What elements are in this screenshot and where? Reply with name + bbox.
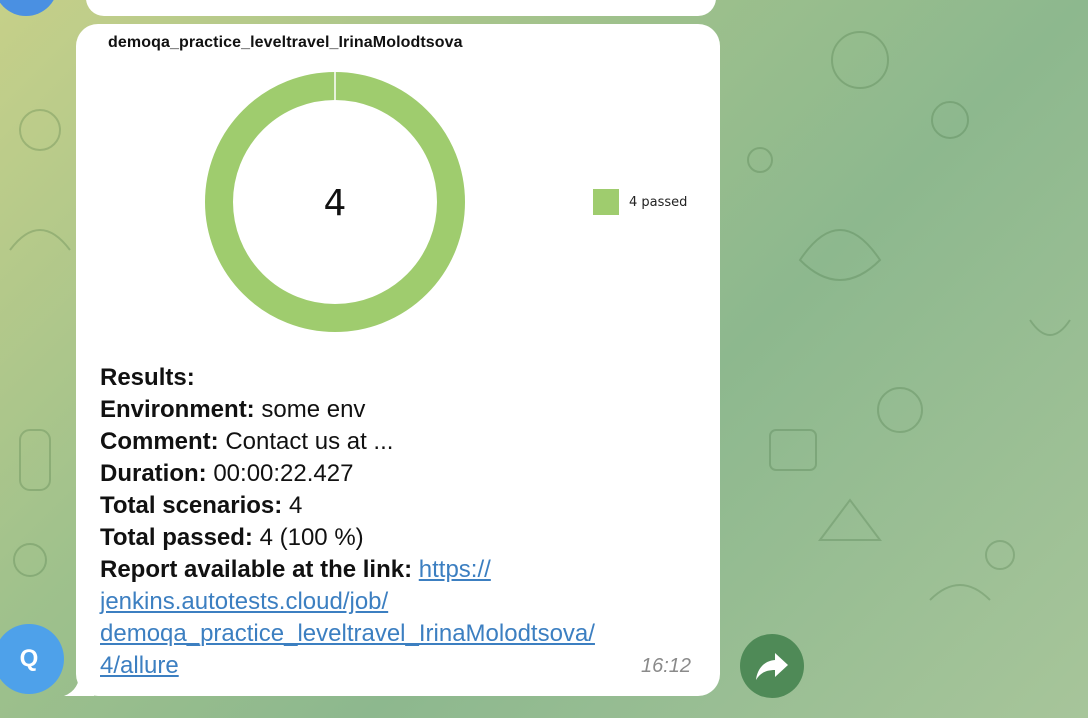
total-passed-label: Total passed: [100,524,253,551]
forward-button[interactable] [740,634,804,698]
report-link-line-2: jenkins.autotests.cloud/job/ [100,586,700,618]
total-scenarios-label: Total scenarios: [100,492,283,519]
message-timestamp: 16:12 [641,655,692,677]
report-link-part-4[interactable]: 4/allure [100,652,179,679]
duration-value: 00:00:22.427 [213,460,354,487]
total-scenarios-value: 4 [288,492,303,519]
total-scenarios-line: Total scenarios: 4 [100,490,700,522]
report-link-label: Report available at the link: [100,556,413,583]
report-link-line: Report available at the link: https:// [100,554,700,586]
comment-value: Contact us at ... [225,428,394,455]
previous-avatar[interactable] [0,0,58,16]
environment-label: Environment: [100,396,255,423]
results-heading: Results: [100,364,195,391]
duration-line: Duration: 00:00:22.427 [100,458,700,490]
legend-label-passed: 4 passed [629,194,688,210]
previous-message-bubble [86,0,716,16]
legend-swatch-passed [593,189,619,215]
comment-line: Comment: Contact us at ... [100,426,700,458]
total-passed-line: Total passed: 4 (100 %) [100,522,700,554]
report-link-line-4: 4/allure [100,650,700,682]
chart-legend: 4 passed [593,189,687,215]
report-summary: Results: Environment: some env Comment: … [100,362,700,682]
total-passed-value: 4 (100 %) [259,524,364,551]
environment-value: some env [261,396,366,423]
report-link-line-3: demoqa_practice_leveltravel_IrinaMolodts… [100,618,700,650]
report-link-part-3[interactable]: demoqa_practice_leveltravel_IrinaMolodts… [100,620,595,647]
environment-line: Environment: some env [100,394,700,426]
share-arrow-icon [756,653,788,680]
passed-donut-chart: 4 [205,71,465,332]
report-link-part-2[interactable]: jenkins.autotests.cloud/job/ [100,588,388,615]
donut-center-value: 4 [324,183,347,224]
comment-label: Comment: [100,428,219,455]
sender-avatar[interactable]: Q [0,624,64,694]
duration-label: Duration: [100,460,207,487]
report-title: demoqa_practice_leveltravel_IrinaMolodts… [108,34,463,51]
report-link-part-1[interactable]: https:// [419,556,491,583]
